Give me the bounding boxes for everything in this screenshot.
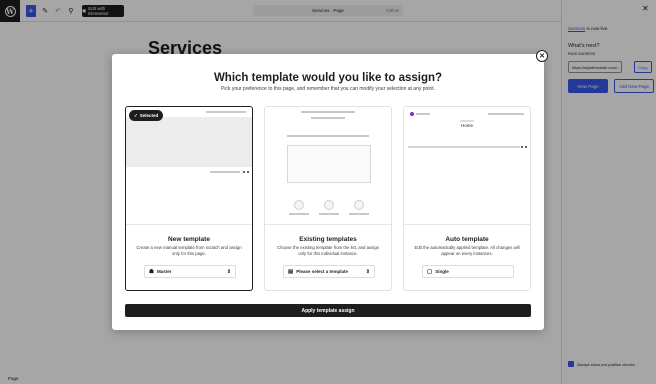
chevron-up-down-icon: ⇕ <box>226 268 231 275</box>
close-icon: ✕ <box>539 53 545 60</box>
modal-subtitle: Pick your preference to this page, and r… <box>220 86 435 92</box>
preview-dot <box>525 146 527 148</box>
selected-badge: ✓ Selected <box>129 110 164 121</box>
modal-title: Which template would you like to assign? <box>213 72 443 84</box>
preview-footer-line <box>210 171 240 173</box>
preview-dot <box>243 171 245 173</box>
template-icon: ▤ <box>288 268 294 275</box>
chevron-up-down-icon: ⇕ <box>365 268 370 275</box>
template-option-new[interactable]: ✓ Selected New template Create a new man… <box>125 106 253 291</box>
card-description: Create a new manual template from scratc… <box>136 245 242 256</box>
preview-logo-line <box>416 113 430 115</box>
preview-caption-line <box>349 213 369 215</box>
template-option-existing[interactable]: Existing templates Choose the existing t… <box>264 106 392 291</box>
preview-circle <box>354 200 364 210</box>
preview-text-line <box>287 135 369 137</box>
card-description: Edit the automatically applied template.… <box>414 245 520 256</box>
preview-nav-line <box>206 111 246 113</box>
template-select[interactable]: ▤ Please select a template ⇕ <box>283 265 375 278</box>
card-title: New template <box>168 236 210 243</box>
apply-template-button[interactable]: Apply template assign <box>125 304 531 317</box>
preview-heading: Home <box>460 123 473 128</box>
template-select-value: Please select a template <box>296 269 348 274</box>
preview-image-placeholder <box>287 145 371 183</box>
preview-dot <box>247 171 249 173</box>
card-title: Existing templates <box>299 236 357 243</box>
template-assign-modal: ✕ Which template would you like to assig… <box>112 50 548 330</box>
preview-breadcrumb-line <box>460 120 474 122</box>
preview-header-line <box>311 117 345 119</box>
template-select[interactable]: ☗ Master ⇕ <box>144 265 236 278</box>
preview-caption-line <box>289 213 309 215</box>
preview-circle <box>294 200 304 210</box>
preview-caption-line <box>319 213 339 215</box>
template-preview-existing <box>265 107 391 225</box>
card-title: Auto template <box>445 236 489 243</box>
template-option-auto[interactable]: Home Auto template Edit the automaticall… <box>403 106 531 291</box>
preview-header-line <box>301 111 355 113</box>
preview-dot <box>521 146 523 148</box>
preview-hero-block <box>126 117 252 167</box>
card-description: Choose the existing template from the li… <box>277 245 379 256</box>
template-select-value: Master <box>156 269 172 274</box>
preview-circle <box>324 200 334 210</box>
preview-text-line <box>408 146 520 148</box>
document-icon: ▢ <box>427 268 433 275</box>
template-select[interactable]: ▢ Single <box>422 265 514 278</box>
template-preview-auto: Home <box>404 107 530 225</box>
preview-logo-icon <box>410 112 414 116</box>
checkmark-icon: ✓ <box>134 112 138 118</box>
template-preview-new: ✓ Selected <box>126 107 252 225</box>
modal-close-button[interactable]: ✕ <box>536 50 548 62</box>
template-select-value: Single <box>435 269 449 274</box>
preview-nav-line <box>488 113 524 115</box>
template-icon: ☗ <box>149 268 154 275</box>
selected-badge-label: Selected <box>139 113 159 118</box>
